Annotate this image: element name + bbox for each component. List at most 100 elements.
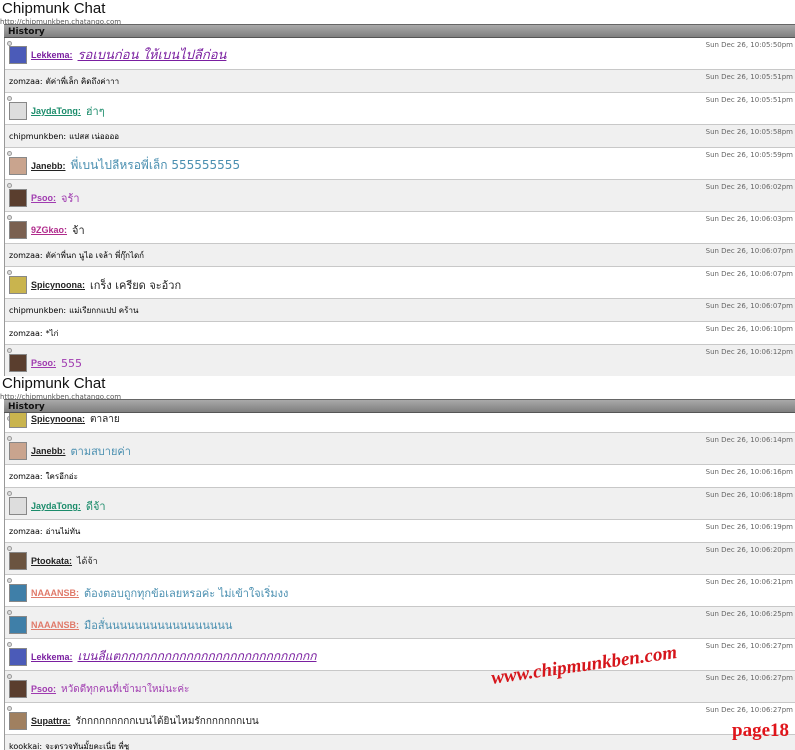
photo-avatar-icon[interactable] [9, 552, 27, 570]
message-timestamp: Sun Dec 26, 10:05:51pm [705, 96, 793, 104]
message-text: ฮ่าๆ [85, 105, 105, 118]
username-link[interactable]: Psoo: [31, 358, 56, 368]
chat-message: Sun Dec 26, 10:06:02pm Psoo: จร้า [5, 180, 795, 212]
panda-avatar-icon[interactable] [9, 497, 27, 515]
photo-avatar-icon[interactable] [9, 712, 27, 730]
username-link[interactable]: Lekkema: [31, 652, 73, 662]
message-timestamp: Sun Dec 26, 10:06:27pm [705, 642, 793, 650]
chat-message: Sun Dec 26, 10:06:27pm Psoo: หวัดดีทุกคนที… [5, 671, 795, 703]
anon-chat-message: Sun Dec 26, 10:06:16pm zomzaa: ใครอีกอ่ะ [5, 465, 795, 488]
message-text: มือสั่นนนนนนนนนนนนนนนนน [84, 619, 233, 632]
username-link[interactable]: NAAANSB: [31, 588, 79, 598]
message-timestamp: Sun Dec 26, 10:05:59pm [705, 151, 793, 159]
message-text: จะตรวจทันมั้ยคะเนี่ย พี่ชู [45, 742, 130, 750]
status-dot-icon [7, 183, 12, 188]
message-timestamp: Sun Dec 26, 10:06:12pm [705, 348, 793, 356]
message-timestamp: Sun Dec 26, 10:05:58pm [705, 128, 793, 136]
girl-photo-avatar-icon[interactable] [9, 442, 27, 460]
blue-wizard-avatar-icon[interactable] [9, 45, 27, 64]
anon-chat-message: Sun Dec 26, 10:06:07pm zomzaa: ตัค่าพี่นก … [5, 244, 795, 267]
message-timestamp: Sun Dec 26, 10:05:50pm [705, 41, 793, 49]
anon-chat-message: Sun Dec 26, 10:06:10pm zomzaa: *ไก่ [5, 322, 795, 345]
message-text: ตามสบายค่า [70, 445, 131, 458]
chat-message: Sun Dec 26, 10:06:25pm NAAANSB: มือสั่นนนน… [5, 607, 795, 639]
photo-avatar-icon[interactable] [9, 221, 27, 239]
username-link[interactable]: Psoo: [31, 193, 56, 203]
message-timestamp: Sun Dec 26, 10:06:07pm [705, 247, 793, 255]
message-text: ได้จ้า [77, 557, 98, 567]
anon-chat-message: Sun Dec 26, 10:06:07pm chipmunkben: แม่เรี… [5, 299, 795, 322]
message-list[interactable]: Sun Dec 26, 10:05:50pm Lekkema: รอเบนก่อน … [4, 38, 795, 376]
username-link[interactable]: Supattra: [31, 716, 71, 726]
status-dot-icon [7, 706, 12, 711]
landscape-avatar-icon[interactable] [9, 616, 27, 634]
message-timestamp: Sun Dec 26, 10:06:10pm [705, 325, 793, 333]
status-dot-icon [7, 348, 12, 353]
message-text: จ้า [72, 224, 85, 237]
username-link[interactable]: Janebb: [31, 446, 66, 456]
chat-screenshot-2: Chipmunk Chat http://chipmunkben.chatang… [0, 375, 795, 750]
message-list[interactable]: Spicynoona: ตาลาย Sun Dec 26, 10:06:14pm Ja… [4, 413, 795, 750]
anon-username: chipmunkben: [9, 132, 67, 141]
username-link[interactable]: JaydaTong: [31, 106, 81, 116]
username-link[interactable]: Lekkema: [31, 50, 73, 60]
anon-chat-message: Sun Dec 26, 10:05:58pm chipmunkben: แปสส เ… [5, 125, 795, 148]
message-text: พี่เบนไปลีหรอพี่เล็ก 555555555 [70, 158, 241, 172]
cartoon-avatar-icon[interactable] [9, 413, 27, 428]
chat-message: Sun Dec 26, 10:06:12pm Psoo: 555 [5, 345, 795, 376]
message-timestamp: Sun Dec 26, 10:06:27pm [705, 706, 793, 714]
cartoon-avatar-icon[interactable] [9, 276, 27, 294]
message-text: *ไก่ [45, 329, 59, 338]
username-link[interactable]: 9ZGkao: [31, 225, 67, 235]
chat-message: Sun Dec 26, 10:06:18pm JaydaTong: ดีจ้า [5, 488, 795, 520]
message-timestamp: Sun Dec 26, 10:06:21pm [705, 578, 793, 586]
chat-message: Sun Dec 26, 10:05:50pm Lekkema: รอเบนก่อน … [5, 38, 795, 70]
chat-message: Sun Dec 26, 10:06:20pm Ptookata: ได้จ้า [5, 543, 795, 575]
username-link[interactable]: Spicynoona: [31, 414, 85, 424]
message-text: ใครอีกอ่ะ [45, 472, 78, 481]
message-text: ตัค่าพี่เล็ก คิดถึงค่าาา [45, 77, 120, 86]
girl-photo-avatar-icon[interactable] [9, 156, 27, 175]
chat-message: Sun Dec 26, 10:06:03pm 9ZGkao: จ้า [5, 212, 795, 244]
anon-username: chipmunkben: [9, 306, 67, 315]
message-timestamp: Sun Dec 26, 10:05:51pm [705, 73, 793, 81]
anon-chat-message: Sun Dec 26, 10:06:19pm zomzaa: อ่านไม่ทัน [5, 520, 795, 543]
message-timestamp: Sun Dec 26, 10:06:16pm [705, 468, 793, 476]
dark-photo-avatar-icon[interactable] [9, 680, 27, 698]
username-link[interactable]: Janebb: [31, 161, 66, 171]
message-text: ดีจ้า [85, 500, 106, 513]
blue-wizard-avatar-icon[interactable] [9, 647, 27, 666]
chat-message: Sun Dec 26, 10:06:07pm Spicynoona: เกร็ง เ… [5, 267, 795, 299]
message-timestamp: Sun Dec 26, 10:06:14pm [705, 436, 793, 444]
panda-avatar-icon[interactable] [9, 102, 27, 120]
history-header: History [4, 399, 795, 413]
username-link[interactable]: Ptookata: [31, 556, 72, 566]
message-text: แปสส เน่ออออ [69, 132, 120, 141]
dark-photo-avatar-icon[interactable] [9, 189, 27, 207]
message-timestamp: Sun Dec 26, 10:06:02pm [705, 183, 793, 191]
status-dot-icon [7, 436, 12, 441]
status-dot-icon [7, 578, 12, 583]
dark-photo-avatar-icon[interactable] [9, 354, 27, 372]
username-link[interactable]: JaydaTong: [31, 501, 81, 511]
chat-message: Sun Dec 26, 10:05:51pm JaydaTong: ฮ่าๆ [5, 93, 795, 125]
chat-message: Sun Dec 26, 10:06:14pm Janebb: ตามสบายค่า [5, 433, 795, 465]
anon-username: zomzaa: [9, 527, 43, 536]
message-text: รอเบนก่อน ให้เบนไปลีก่อน [77, 48, 227, 63]
page-label: page18 [732, 720, 789, 741]
message-timestamp: Sun Dec 26, 10:06:25pm [705, 610, 793, 618]
status-dot-icon [7, 270, 12, 275]
status-dot-icon [7, 546, 12, 551]
anon-chat-message: kookkai: จะตรวจทันมั้ยคะเนี่ย พี่ชู [5, 735, 795, 750]
message-text: จร้า [61, 192, 80, 205]
landscape-avatar-icon[interactable] [9, 584, 27, 602]
chat-message: Spicynoona: ตาลาย [5, 413, 795, 433]
chat-screenshot-1: Chipmunk Chat http://chipmunkben.chatang… [0, 0, 795, 376]
message-text: หวัดดีทุกคนที่เข้ามาใหม่นะค่ะ [61, 683, 190, 695]
username-link[interactable]: Psoo: [31, 684, 56, 694]
message-text: 555 [61, 356, 83, 370]
status-dot-icon [7, 215, 12, 220]
chat-message: Sun Dec 26, 10:05:59pm Janebb: พี่เบนไปลีห… [5, 148, 795, 180]
username-link[interactable]: NAAANSB: [31, 620, 79, 630]
username-link[interactable]: Spicynoona: [31, 280, 85, 290]
